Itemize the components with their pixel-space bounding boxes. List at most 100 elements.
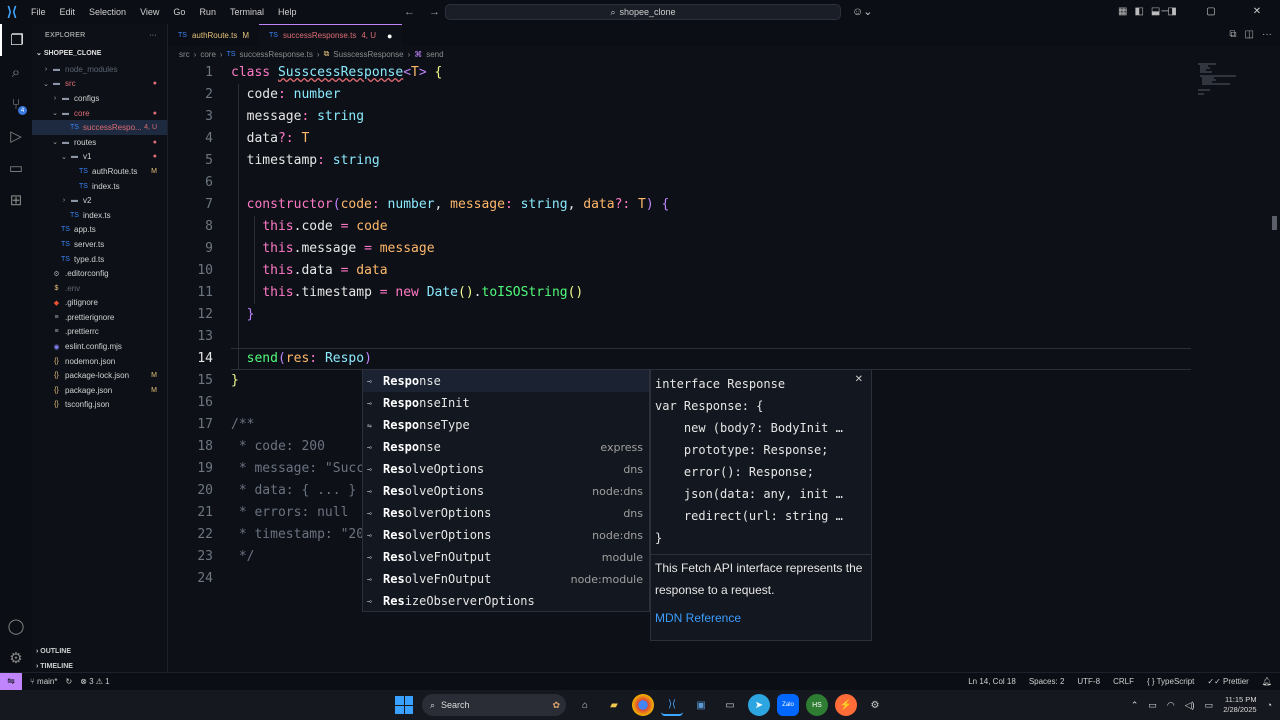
- suggestion-item[interactable]: ⊸ ResolverOptions node:dns: [363, 524, 649, 546]
- tree-item[interactable]: {} package-lock.json M: [32, 368, 167, 383]
- accounts-icon[interactable]: ◯: [0, 610, 32, 642]
- tree-item[interactable]: › ▬ node_modules: [32, 62, 167, 77]
- menu-go[interactable]: Go: [166, 0, 192, 24]
- cursor-position[interactable]: Ln 14, Col 18: [968, 677, 1016, 686]
- tree-item[interactable]: {} tsconfig.json: [32, 398, 167, 413]
- tree-item[interactable]: › ▬ v2: [32, 193, 167, 208]
- suggestion-item[interactable]: ⊸ ResolveFnOutput module: [363, 546, 649, 568]
- command-center[interactable]: ⌕ shopee_clone: [445, 4, 841, 20]
- prettier-status[interactable]: ✓✓ Prettier: [1207, 677, 1248, 686]
- tree-item[interactable]: TS successRespo... 4, U: [32, 120, 167, 135]
- explorer-icon[interactable]: ❐: [0, 24, 32, 56]
- tree-item[interactable]: TS index.ts: [32, 208, 167, 223]
- suggestion-item[interactable]: ⊸ Response: [363, 370, 649, 392]
- tree-item[interactable]: ⌄ ▬ routes ●: [32, 135, 167, 150]
- remote-explorer-icon[interactable]: ▭: [0, 152, 32, 184]
- breadcrumb-core[interactable]: core: [200, 50, 216, 59]
- tree-item[interactable]: ⌄ ▬ v1 ●: [32, 150, 167, 165]
- menu-view[interactable]: View: [133, 0, 166, 24]
- tab-successresponse[interactable]: TS successResponse.ts 4, U ●: [259, 24, 403, 46]
- battery-icon[interactable]: ▭: [1205, 700, 1214, 711]
- outline-section[interactable]: › OUTLINE: [32, 644, 168, 658]
- postman-icon[interactable]: ⚡: [835, 694, 857, 716]
- vertical-scrollbar[interactable]: [1272, 216, 1277, 230]
- extensions-icon[interactable]: ⊞: [0, 184, 32, 216]
- tree-item[interactable]: {} package.json M: [32, 383, 167, 398]
- taskbar-search[interactable]: ⌕ Search ✿: [422, 694, 566, 716]
- widgets-icon[interactable]: ⌂: [574, 694, 596, 716]
- open-changes-icon[interactable]: ⧉: [1229, 24, 1236, 46]
- minimize-icon[interactable]: ─: [1142, 0, 1188, 24]
- suggestion-item[interactable]: ⊸ ResponseInit: [363, 392, 649, 414]
- language-icon[interactable]: ▭: [1148, 700, 1157, 711]
- tree-item[interactable]: ⌄ ▬ core ●: [32, 106, 167, 121]
- tree-item[interactable]: ≡ .prettierignore: [32, 310, 167, 325]
- zalo-icon[interactable]: Zalo: [777, 694, 799, 716]
- problems-indicator[interactable]: ⊗ 3 ⚠ 1: [80, 677, 109, 686]
- tab-authroute[interactable]: TS authRoute.ts M: [168, 24, 259, 46]
- tree-item[interactable]: {} nodemon.json: [32, 354, 167, 369]
- sync-icon[interactable]: ↻: [65, 677, 72, 686]
- back-arrow-icon[interactable]: ←: [404, 0, 415, 24]
- hs-app-icon[interactable]: HS: [806, 694, 828, 716]
- tree-item[interactable]: TS authRoute.ts M: [32, 164, 167, 179]
- suggestion-item[interactable]: ⊸ ResolverOptions dns: [363, 502, 649, 524]
- tree-item[interactable]: TS type.d.ts: [32, 252, 167, 267]
- tree-item[interactable]: TS app.ts: [32, 223, 167, 238]
- breadcrumb-src[interactable]: src: [179, 50, 190, 59]
- close-window-icon[interactable]: ✕: [1234, 0, 1280, 24]
- tree-item[interactable]: › ▬ configs: [32, 91, 167, 106]
- suggestion-item[interactable]: ⊸ ResolveOptions node:dns: [363, 480, 649, 502]
- menu-run[interactable]: Run: [192, 0, 223, 24]
- wifi-icon[interactable]: ◠: [1167, 700, 1175, 711]
- breadcrumb-class[interactable]: SusscessResponse: [333, 50, 403, 59]
- tree-item[interactable]: $ .env: [32, 281, 167, 296]
- tree-item[interactable]: ◉ eslint.config.mjs: [32, 339, 167, 354]
- tree-item[interactable]: ⚙ .editorconfig: [32, 266, 167, 281]
- copilot-icon[interactable]: ☺⌄: [852, 0, 872, 24]
- run-debug-icon[interactable]: ▷: [0, 120, 32, 152]
- language-mode[interactable]: { } TypeScript: [1147, 677, 1194, 686]
- breadcrumb-method[interactable]: send: [426, 50, 443, 59]
- suggestion-item[interactable]: ⊸ ResizeObserverOptions: [363, 590, 649, 612]
- minimap[interactable]: [1196, 62, 1260, 102]
- more-actions-icon[interactable]: ···: [149, 32, 157, 39]
- terminal-icon[interactable]: ▭: [719, 694, 741, 716]
- suggestion-item[interactable]: ⊸ ResolveOptions dns: [363, 458, 649, 480]
- menu-edit[interactable]: Edit: [53, 0, 83, 24]
- remote-indicator-icon[interactable]: ⇋: [0, 672, 22, 691]
- workspace-root[interactable]: ⌄ SHOPEE_CLONE: [32, 46, 167, 62]
- notifications-bell-icon[interactable]: 🔔︎: [1262, 677, 1272, 686]
- vscode-taskbar-icon[interactable]: ⟩⟨: [661, 694, 683, 716]
- file-explorer-icon[interactable]: ▰: [603, 694, 625, 716]
- notification-center-icon[interactable]: ◔: [1267, 700, 1272, 710]
- clock[interactable]: 11:15 PM 2/28/2025: [1223, 695, 1256, 715]
- tree-item[interactable]: TS server.ts: [32, 237, 167, 252]
- volume-icon[interactable]: ◁): [1185, 700, 1195, 711]
- breadcrumb-file[interactable]: successResponse.ts: [240, 50, 313, 59]
- tree-item[interactable]: ◆ .gitignore: [32, 296, 167, 311]
- manage-gear-icon[interactable]: ⚙: [0, 642, 32, 674]
- menu-file[interactable]: File: [24, 0, 53, 24]
- chrome-icon[interactable]: [632, 694, 654, 716]
- more-actions-icon[interactable]: ···: [1262, 24, 1272, 46]
- tree-item[interactable]: ⌄ ▬ src ●: [32, 77, 167, 92]
- unsaved-dot-icon[interactable]: ●: [387, 31, 392, 41]
- suggestion-item[interactable]: ⇋ ResponseType: [363, 414, 649, 436]
- menu-terminal[interactable]: Terminal: [223, 0, 271, 24]
- suggestion-item[interactable]: ⊸ Response express: [363, 436, 649, 458]
- chevron-up-icon[interactable]: ⌃: [1131, 700, 1139, 711]
- source-control-icon[interactable]: ⑂ 4: [0, 88, 32, 120]
- branch-indicator[interactable]: ⑂ main*: [30, 677, 57, 686]
- forward-arrow-icon[interactable]: →: [429, 0, 440, 24]
- telegram-icon[interactable]: ➤: [748, 694, 770, 716]
- settings-gear-icon[interactable]: ⚙: [864, 694, 886, 716]
- split-editor-icon[interactable]: ◫: [1245, 24, 1254, 46]
- mdn-reference-link[interactable]: MDN Reference: [651, 611, 871, 625]
- tree-item[interactable]: TS index.ts: [32, 179, 167, 194]
- indentation[interactable]: Spaces: 2: [1029, 677, 1065, 686]
- close-icon[interactable]: ✕: [855, 374, 863, 385]
- screen-recorder-icon[interactable]: ▣: [690, 694, 712, 716]
- maximize-icon[interactable]: ▢: [1188, 0, 1234, 24]
- suggestion-item[interactable]: ⊸ ResolveFnOutput node:module: [363, 568, 649, 590]
